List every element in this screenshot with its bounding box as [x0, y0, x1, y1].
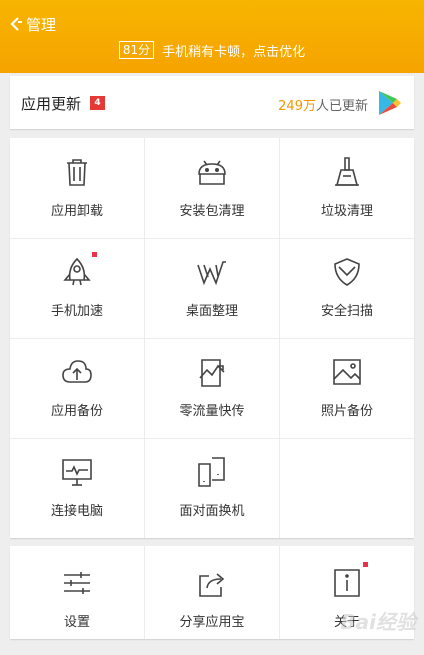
settings-tile[interactable]: 设置 [10, 546, 144, 639]
tile-label: 照片备份 [320, 404, 373, 419]
android-package-icon [198, 160, 226, 185]
tile-label: 面对面换机 [179, 504, 245, 519]
phone-speedup-tile[interactable]: 手机加速 [10, 238, 144, 338]
monitor-icon [62, 459, 92, 486]
desktop-tidy-tile[interactable]: 桌面整理 [145, 238, 279, 338]
desktop-tidy-icon [197, 261, 226, 286]
tile-label: 手机加速 [50, 304, 103, 319]
tile-label: 安全扫描 [320, 304, 373, 319]
tile-label: 垃圾清理 [320, 204, 373, 219]
photo-backup-tile[interactable]: 照片备份 [280, 338, 414, 438]
zero-traffic-transfer-tile[interactable]: 零流量快传 [145, 338, 279, 438]
tile-label: 连接电脑 [50, 504, 103, 519]
score-badge: 81分 [118, 41, 155, 59]
connect-pc-tile[interactable]: 连接电脑 [10, 438, 144, 538]
app-backup-tile[interactable]: 应用备份 [10, 338, 144, 438]
header-bar: 管理 81分 手机稍有卡顿，点击优化 [0, 0, 424, 73]
cloud-upload-icon [62, 360, 92, 383]
back-arrow-icon [10, 17, 22, 31]
share-app-tile[interactable]: 分享应用宝 [145, 546, 279, 639]
tile-label: 设置 [63, 615, 90, 630]
tools-grid: 应用卸载 安装包清理 垃圾清理 手机加速 桌面整理 安全扫描 应用备份 零流量快… [10, 138, 414, 538]
app-update-row[interactable]: 应用更新 4 249万人已更新 [10, 76, 414, 129]
uninstall-app-tile[interactable]: 应用卸载 [10, 138, 144, 238]
tile-label: 桌面整理 [185, 304, 238, 319]
updated-users-count: 249万人已更新 [278, 99, 368, 114]
new-indicator-dot [363, 562, 368, 567]
zero-traffic-transfer-icon [199, 359, 225, 387]
face-to-face-swap-tile[interactable]: 面对面换机 [145, 438, 279, 538]
tile-label: 安装包清理 [179, 204, 245, 219]
optimize-message: 手机稍有卡顿，点击优化 [162, 44, 306, 60]
watermark: Bai经验 [340, 610, 416, 634]
package-clean-tile[interactable]: 安装包清理 [145, 138, 279, 238]
share-icon [199, 573, 225, 597]
rocket-icon [63, 257, 91, 286]
tile-label: 零流量快传 [179, 404, 245, 419]
photo-icon [333, 359, 361, 385]
tile-label: 应用卸载 [50, 204, 103, 219]
tile-label: 应用备份 [50, 404, 103, 419]
info-icon [334, 569, 360, 597]
update-count-badge: 4 [90, 96, 105, 110]
junk-clean-tile[interactable]: 垃圾清理 [280, 138, 414, 238]
tile-label: 分享应用宝 [179, 615, 245, 630]
trash-icon [67, 159, 87, 186]
back-button[interactable]: 管理 [10, 14, 56, 34]
phone-swap-icon [198, 457, 225, 487]
optimize-banner[interactable]: 81分 手机稍有卡顿，点击优化 [0, 39, 424, 61]
shield-scan-icon [334, 258, 360, 286]
security-scan-tile[interactable]: 安全扫描 [280, 238, 414, 338]
page-title: 管理 [26, 15, 57, 34]
settings-sliders-icon [64, 572, 90, 594]
broom-icon [335, 157, 359, 186]
play-store-icon [379, 91, 401, 115]
app-update-label: 应用更新 [21, 95, 82, 113]
